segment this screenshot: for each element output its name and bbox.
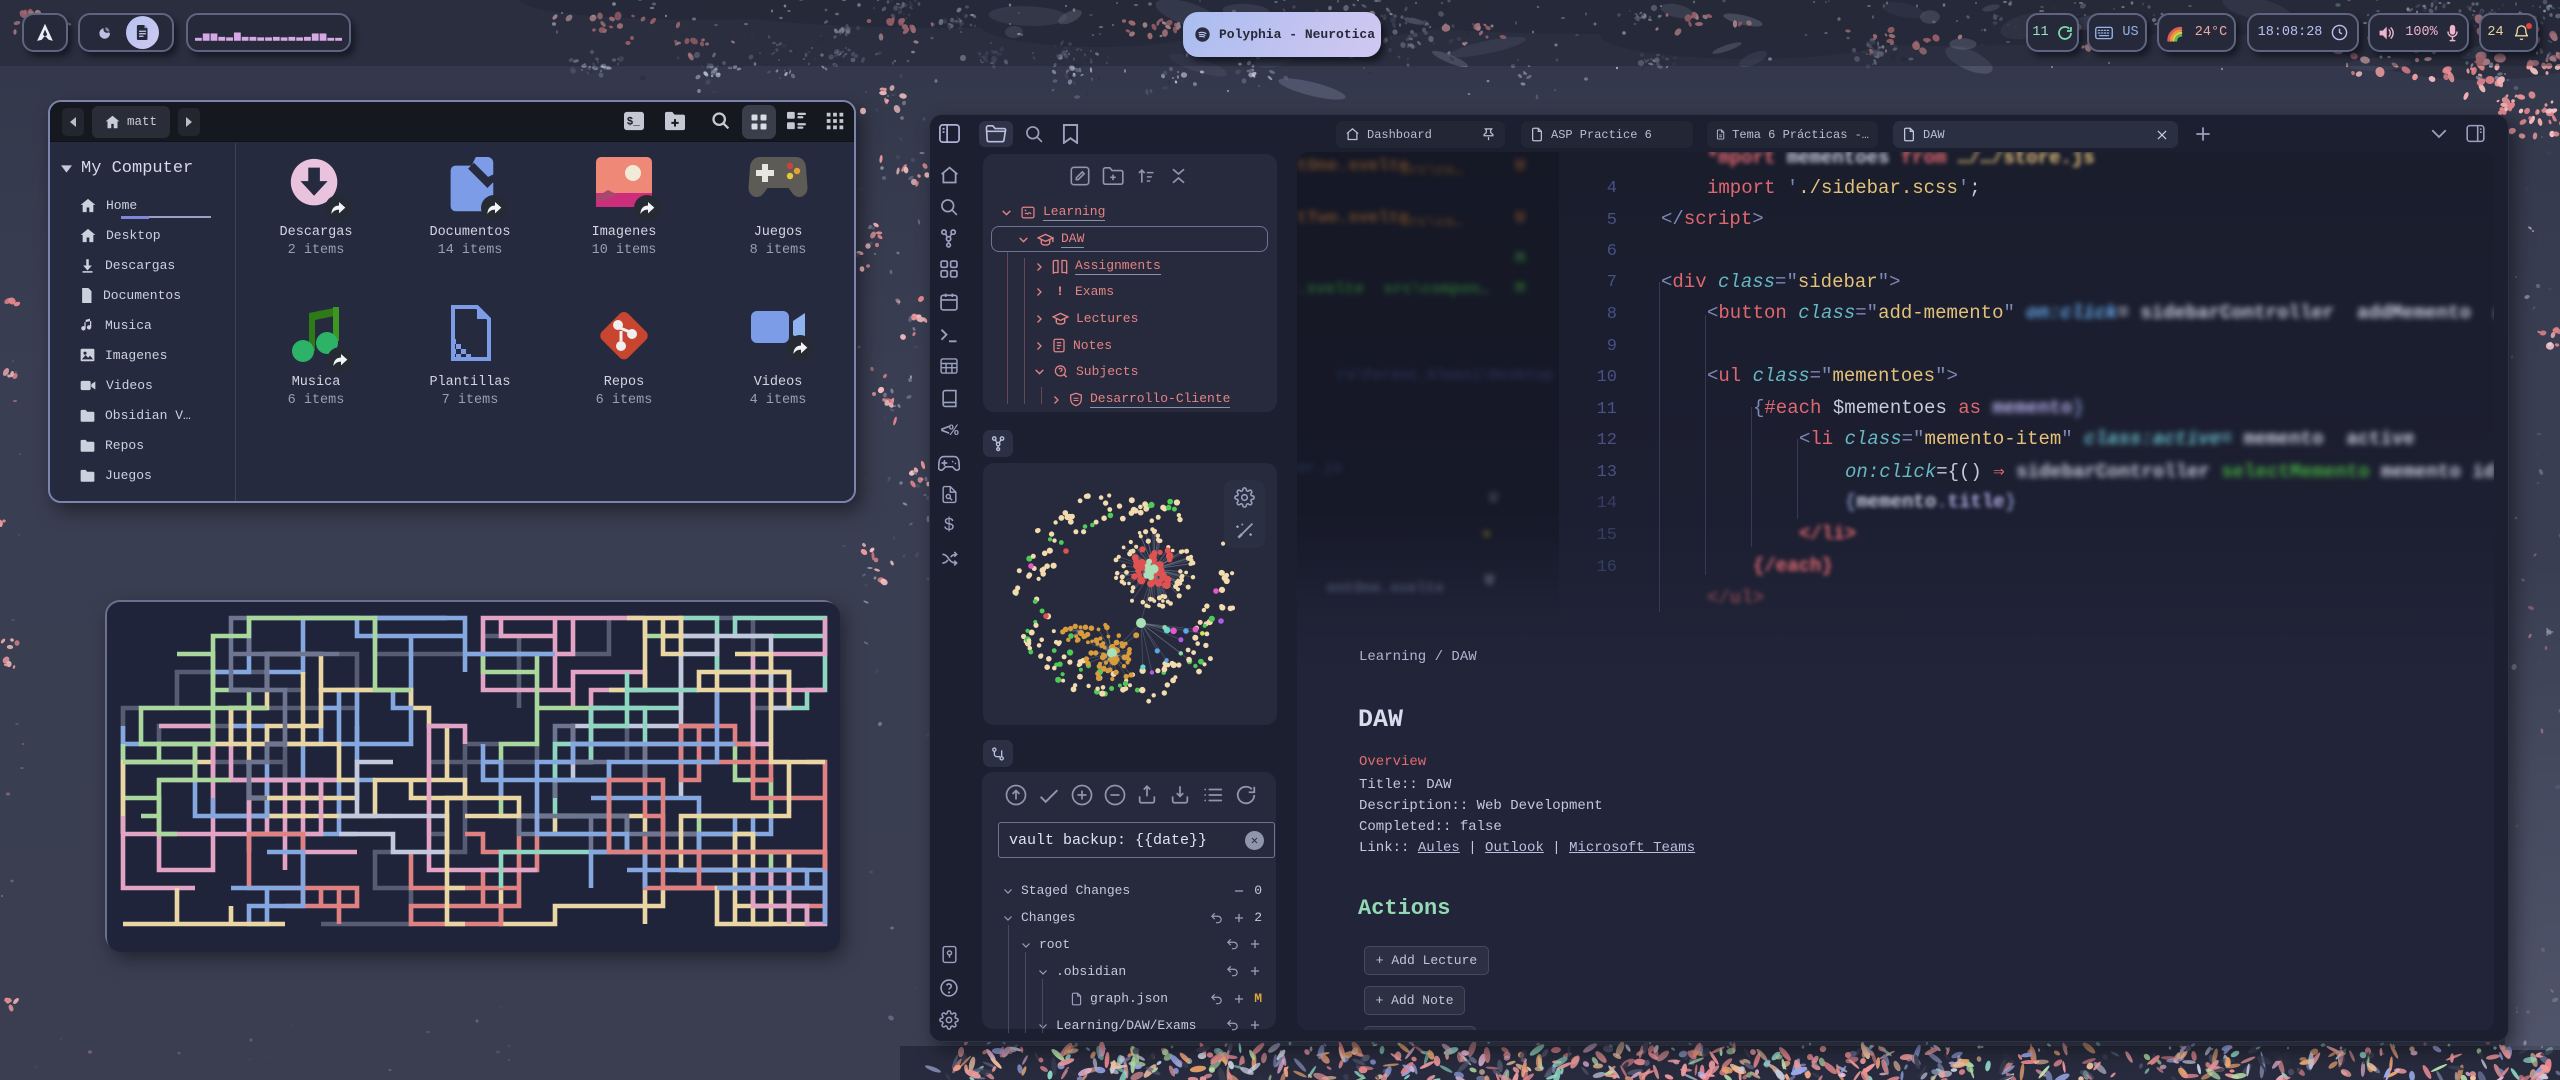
svg-text:$_: $_ (627, 117, 641, 129)
